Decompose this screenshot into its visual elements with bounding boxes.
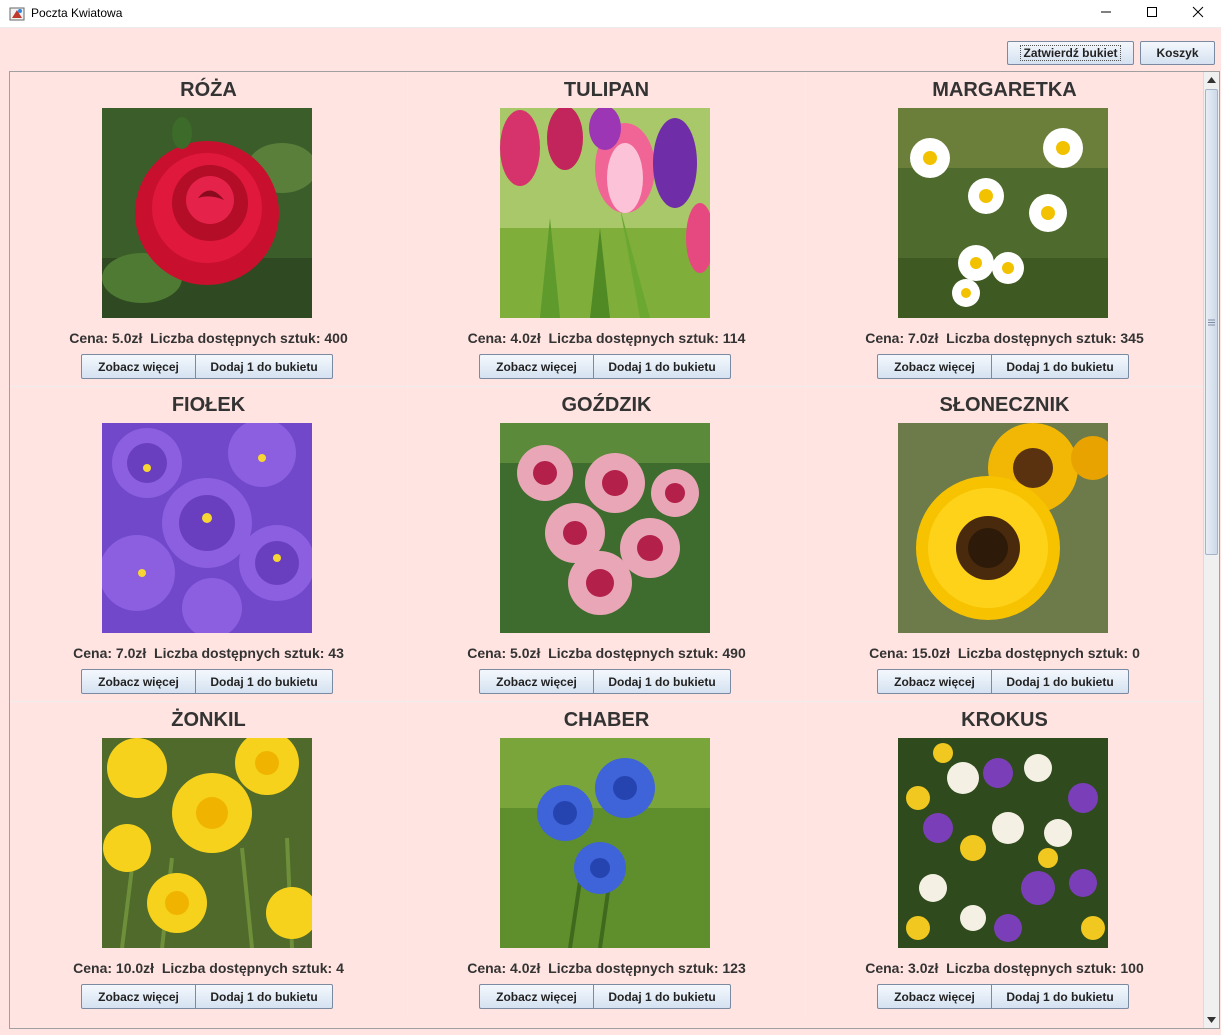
daffodil-image — [102, 738, 312, 948]
scroll-down-arrow-icon[interactable] — [1204, 1012, 1219, 1028]
carnation-image — [500, 423, 710, 633]
product-info: Cena: 7.0zł Liczba dostępnych sztuk: 43 — [73, 645, 344, 661]
product-info: Cena: 15.0zł Liczba dostępnych sztuk: 0 — [869, 645, 1140, 661]
close-button[interactable] — [1175, 0, 1221, 27]
add-to-bouquet-button[interactable]: Dodaj 1 do bukietu — [195, 984, 333, 1009]
sunflower-image — [898, 423, 1108, 633]
cart-label: Koszyk — [1156, 46, 1199, 60]
add-to-bouquet-button[interactable]: Dodaj 1 do bukietu — [991, 984, 1129, 1009]
add-to-bouquet-button[interactable]: Dodaj 1 do bukietu — [593, 984, 731, 1009]
product-actions: Zobacz więcej Dodaj 1 do bukietu — [877, 354, 1129, 379]
product-name: KROKUS — [961, 709, 1048, 731]
product-actions: Zobacz więcej Dodaj 1 do bukietu — [877, 984, 1129, 1009]
product-info: Cena: 5.0zł Liczba dostępnych sztuk: 490 — [467, 645, 746, 661]
add-to-bouquet-button[interactable]: Dodaj 1 do bukietu — [991, 669, 1129, 694]
product-name: FIOŁEK — [171, 394, 246, 416]
add-to-bouquet-button[interactable]: Dodaj 1 do bukietu — [195, 354, 333, 379]
product-actions: Zobacz więcej Dodaj 1 do bukietu — [81, 354, 333, 379]
add-to-bouquet-button[interactable]: Dodaj 1 do bukietu — [195, 669, 333, 694]
minimize-button[interactable] — [1083, 0, 1129, 27]
product-card-tulipan: TULIPAN Cena: 4.0zł Liczba dostępnych sz… — [408, 72, 805, 386]
see-more-button[interactable]: Zobacz więcej — [81, 354, 196, 379]
product-info: Cena: 4.0zł Liczba dostępnych sztuk: 123 — [467, 960, 746, 976]
product-info: Cena: 5.0zł Liczba dostępnych sztuk: 400 — [69, 330, 348, 346]
product-scroll-pane[interactable]: RÓŻA Cena: 5.0zł Liczba dostępnych sztuk… — [9, 71, 1220, 1029]
crocus-image — [898, 738, 1108, 948]
minimize-icon — [1100, 5, 1112, 23]
product-info: Cena: 4.0zł Liczba dostępnych sztuk: 114 — [467, 330, 746, 346]
see-more-button[interactable]: Zobacz więcej — [877, 669, 992, 694]
see-more-button[interactable]: Zobacz więcej — [877, 984, 992, 1009]
product-card-gozdzik: GOŹDZIK Cena: 5.0zł Liczba dostępnych sz… — [408, 387, 805, 701]
add-to-bouquet-button[interactable]: Dodaj 1 do bukietu — [991, 354, 1129, 379]
maximize-icon — [1146, 5, 1158, 23]
see-more-button[interactable]: Zobacz więcej — [479, 354, 594, 379]
vertical-scrollbar[interactable] — [1203, 72, 1219, 1028]
window-title: Poczta Kwiatowa — [31, 6, 123, 20]
java-app-icon — [9, 5, 25, 21]
product-actions: Zobacz więcej Dodaj 1 do bukietu — [479, 984, 731, 1009]
close-icon — [1192, 5, 1204, 23]
product-name: GOŹDZIK — [561, 394, 652, 416]
product-name: TULIPAN — [563, 79, 650, 101]
product-name: RÓŻA — [180, 79, 237, 101]
product-name: ŻONKIL — [171, 709, 246, 731]
scroll-up-arrow-icon[interactable] — [1204, 72, 1219, 88]
see-more-button[interactable]: Zobacz więcej — [81, 669, 196, 694]
product-actions: Zobacz więcej Dodaj 1 do bukietu — [81, 669, 333, 694]
product-name: MARGARETKA — [932, 79, 1077, 101]
product-name: SŁONECZNIK — [939, 394, 1070, 416]
product-grid: RÓŻA Cena: 5.0zł Liczba dostępnych sztuk… — [10, 72, 1203, 1016]
cornflower-image — [500, 738, 710, 948]
product-name: CHABER — [563, 709, 650, 731]
see-more-button[interactable]: Zobacz więcej — [479, 669, 594, 694]
confirm-bouquet-label: Zatwierdź bukiet — [1020, 45, 1121, 61]
product-actions: Zobacz więcej Dodaj 1 do bukietu — [479, 354, 731, 379]
violet-image — [102, 423, 312, 633]
cart-button[interactable]: Koszyk — [1140, 41, 1215, 65]
add-to-bouquet-button[interactable]: Dodaj 1 do bukietu — [593, 354, 731, 379]
product-actions: Zobacz więcej Dodaj 1 do bukietu — [877, 669, 1129, 694]
see-more-button[interactable]: Zobacz więcej — [81, 984, 196, 1009]
product-actions: Zobacz więcej Dodaj 1 do bukietu — [81, 984, 333, 1009]
rose-image — [102, 108, 312, 318]
daisy-image — [898, 108, 1108, 318]
scroll-thumb[interactable] — [1205, 89, 1218, 555]
add-to-bouquet-button[interactable]: Dodaj 1 do bukietu — [593, 669, 731, 694]
product-card-margaretka: MARGARETKA Cena: 7.0zł Liczba dostępnych… — [806, 72, 1203, 386]
product-card-fiolek: FIOŁEK Cena: 7.0zł Liczba dostępnych szt… — [10, 387, 407, 701]
tulip-image — [500, 108, 710, 318]
confirm-bouquet-button[interactable]: Zatwierdź bukiet — [1007, 41, 1134, 65]
see-more-button[interactable]: Zobacz więcej — [877, 354, 992, 379]
product-info: Cena: 3.0zł Liczba dostępnych sztuk: 100 — [865, 960, 1144, 976]
see-more-button[interactable]: Zobacz więcej — [479, 984, 594, 1009]
title-bar: Poczta Kwiatowa — [0, 0, 1221, 28]
product-info: Cena: 10.0zł Liczba dostępnych sztuk: 4 — [73, 960, 344, 976]
product-card-chaber: CHABER Cena: 4.0zł Liczba dostępnych szt… — [408, 702, 805, 1016]
product-card-roza: RÓŻA Cena: 5.0zł Liczba dostępnych sztuk… — [10, 72, 407, 386]
product-card-slonecznik: SŁONECZNIK Cena: 15.0zł Liczba dostępnyc… — [806, 387, 1203, 701]
product-card-krokus: KROKUS Cena: 3.0zł Liczba dostępnych szt… — [806, 702, 1203, 1016]
product-actions: Zobacz więcej Dodaj 1 do bukietu — [479, 669, 731, 694]
product-card-zonkil: ŻONKIL Cena: 10.0zł Liczba dostępnych sz… — [10, 702, 407, 1016]
product-info: Cena: 7.0zł Liczba dostępnych sztuk: 345 — [865, 330, 1144, 346]
maximize-button[interactable] — [1129, 0, 1175, 27]
